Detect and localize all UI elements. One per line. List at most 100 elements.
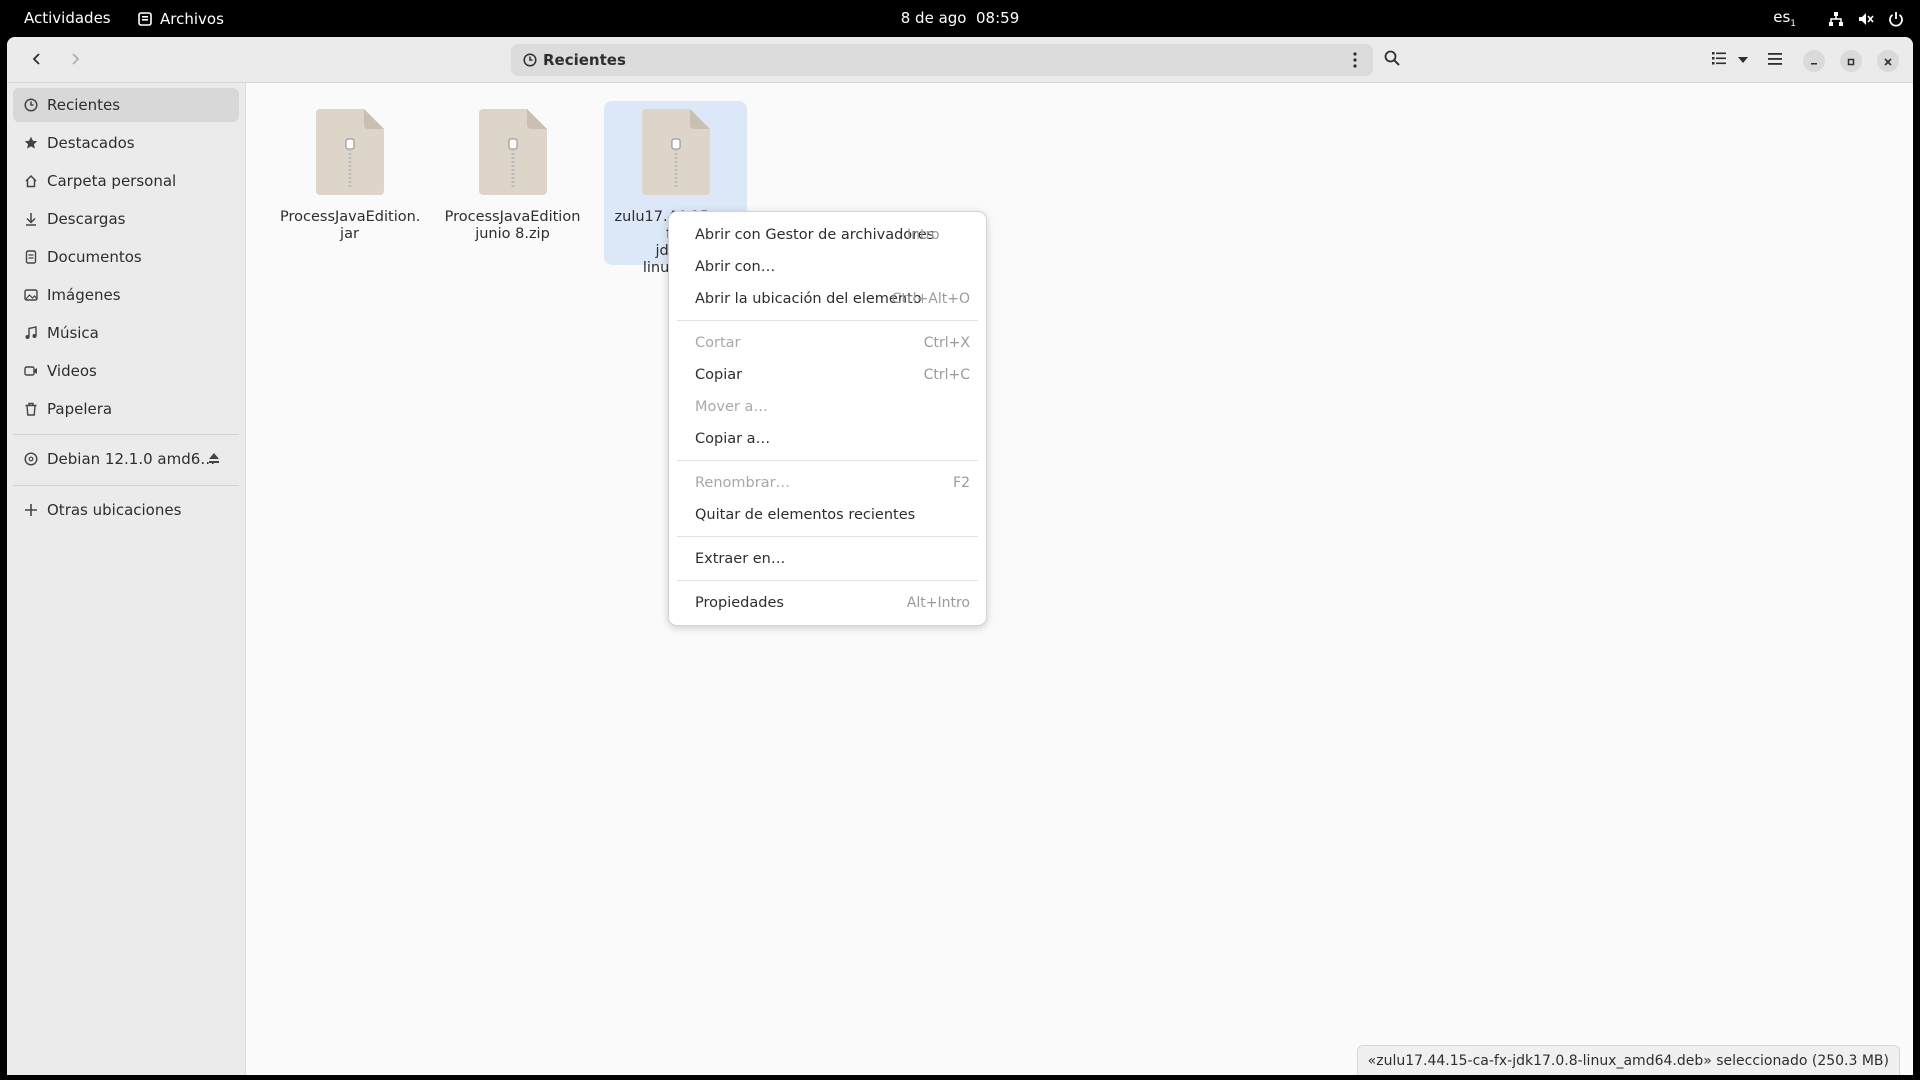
volume-muted-icon	[1858, 11, 1874, 27]
menu-item-accel: Ctrl+Alt+O	[891, 291, 970, 307]
menu-item-move-to[interactable]: Mover a…	[677, 392, 978, 422]
menu-item-rename[interactable]: Renombrar… F2	[677, 468, 978, 498]
sidebar-item-label: Recientes	[47, 96, 121, 114]
view-options-button[interactable]	[1731, 44, 1755, 76]
menu-item-accel: Ctrl+C	[923, 367, 970, 383]
menu-item-extract-to[interactable]: Extraer en…	[677, 544, 978, 574]
clock-icon	[523, 53, 537, 71]
sidebar-item-label: Música	[47, 324, 99, 342]
maximize-icon	[1846, 52, 1856, 71]
menu-item-open-with[interactable]: Abrir con…	[677, 252, 978, 282]
document-icon	[23, 250, 39, 264]
home-icon	[23, 174, 39, 188]
datetime-label: 8 de ago 08:59	[900, 9, 1020, 27]
minimize-button[interactable]	[1803, 50, 1825, 72]
file-view[interactable]: ProcessJavaEdition. jar ProcessJavaEditi…	[247, 83, 1913, 1075]
menu-item-label: Cortar	[695, 335, 741, 351]
sidebar-item-recientes[interactable]: Recientes	[13, 88, 239, 122]
file-item[interactable]: ProcessJavaEdition junio 8.zip	[441, 101, 584, 265]
keyboard-language[interactable]: es1	[1773, 8, 1796, 29]
file-item[interactable]: ProcessJavaEdition. jar	[278, 101, 421, 265]
menu-item-label: Renombrar…	[695, 475, 791, 491]
sidebar-item-papelera[interactable]: Papelera	[13, 392, 239, 426]
menu-separator	[677, 460, 978, 461]
star-icon	[23, 136, 39, 150]
location-label: Recientes	[543, 51, 626, 69]
sidebar-item-musica[interactable]: Música	[13, 316, 239, 350]
back-button[interactable]	[21, 44, 53, 76]
sidebar-item-label: Documentos	[47, 248, 142, 266]
sidebar-item-carpeta-personal[interactable]: Carpeta personal	[13, 164, 239, 198]
location-bar[interactable]: Recientes	[511, 44, 1373, 76]
music-icon	[23, 326, 39, 340]
system-tray[interactable]: es1	[1773, 0, 1904, 37]
context-menu: Abrir con Gestor de archivadores Intro A…	[668, 211, 987, 626]
trash-icon	[23, 402, 39, 416]
sidebar-item-label: Debian 12.1.0 amd6…	[47, 450, 216, 468]
file-name-line: junio 8.zip	[475, 226, 550, 242]
file-name: ProcessJavaEdition. jar	[280, 209, 421, 243]
file-name-line: jar	[340, 226, 359, 242]
close-button[interactable]	[1877, 50, 1899, 72]
disc-icon	[23, 452, 39, 466]
download-icon	[23, 212, 39, 226]
menu-item-open-location[interactable]: Abrir la ubicación del elemento Ctrl+Alt…	[677, 284, 978, 314]
menu-item-label: Propiedades	[695, 595, 784, 611]
minimize-icon	[1809, 52, 1819, 71]
image-icon	[23, 288, 39, 302]
chevron-right-icon	[68, 51, 82, 70]
power-icon	[1888, 11, 1904, 27]
menu-separator	[677, 320, 978, 321]
header-bar: Recientes	[7, 37, 1913, 83]
sidebar-item-documentos[interactable]: Documentos	[13, 240, 239, 274]
menu-item-accel: Alt+Intro	[906, 595, 970, 611]
sidebar: Recientes Destacados Carpeta personal De…	[7, 83, 246, 1075]
menu-item-remove-from-recent[interactable]: Quitar de elementos recientes	[677, 500, 978, 530]
search-icon	[1384, 50, 1400, 70]
maximize-button[interactable]	[1840, 50, 1862, 72]
menu-item-copy[interactable]: Copiar Ctrl+C	[677, 360, 978, 390]
sidebar-item-label: Imágenes	[47, 286, 121, 304]
menu-item-cut[interactable]: Cortar Ctrl+X	[677, 328, 978, 358]
search-button[interactable]	[1376, 44, 1408, 76]
menu-item-copy-to[interactable]: Copiar a…	[677, 424, 978, 454]
forward-button[interactable]	[59, 44, 91, 76]
sidebar-item-imagenes[interactable]: Imágenes	[13, 278, 239, 312]
sidebar-item-label: Videos	[47, 362, 97, 380]
file-name: ProcessJavaEdition junio 8.zip	[443, 209, 582, 243]
menu-item-label: Abrir la ubicación del elemento	[695, 291, 922, 307]
hamburger-menu-icon	[1767, 51, 1783, 70]
sidebar-item-debian-device[interactable]: Debian 12.1.0 amd6…	[13, 442, 239, 476]
sidebar-item-videos[interactable]: Videos	[13, 354, 239, 388]
list-view-icon	[1711, 50, 1727, 70]
chevron-left-icon	[30, 51, 44, 70]
menu-separator	[677, 536, 978, 537]
sidebar-item-label: Papelera	[47, 400, 113, 418]
menu-item-properties[interactable]: Propiedades Alt+Intro	[677, 588, 978, 618]
eject-icon[interactable]	[207, 451, 221, 469]
menu-item-label: Copiar a…	[695, 431, 771, 447]
main-menu-button[interactable]	[1759, 44, 1791, 76]
menu-item-label: Abrir con…	[695, 259, 776, 275]
menu-item-open-with-archive-manager[interactable]: Abrir con Gestor de archivadores Intro	[677, 220, 978, 250]
clock-icon	[23, 98, 39, 112]
language-sub: 1	[1790, 19, 1796, 29]
location-menu-icon[interactable]	[1345, 50, 1365, 74]
clock[interactable]: 8 de ago 08:59	[0, 0, 1920, 37]
sidebar-item-descargas[interactable]: Descargas	[13, 202, 239, 236]
file-name-line: ProcessJavaEdition	[444, 209, 581, 225]
menu-item-label: Mover a…	[695, 399, 768, 415]
menu-item-label: Quitar de elementos recientes	[695, 507, 916, 523]
sidebar-item-label: Descargas	[47, 210, 126, 228]
video-icon	[23, 364, 39, 378]
top-bar: Actividades Archivos 8 de ago 08:59 es1	[0, 0, 1920, 37]
sidebar-item-label: Carpeta personal	[47, 172, 177, 190]
file-name-line: ProcessJavaEdition.	[280, 209, 421, 225]
menu-item-accel: Ctrl+X	[923, 335, 970, 351]
close-icon	[1883, 52, 1893, 71]
sidebar-item-otras-ubicaciones[interactable]: Otras ubicaciones	[13, 493, 239, 527]
language-label: es	[1773, 8, 1791, 26]
menu-item-label: Extraer en…	[695, 551, 786, 567]
menu-item-accel: Intro	[907, 227, 940, 243]
sidebar-item-destacados[interactable]: Destacados	[13, 126, 239, 160]
